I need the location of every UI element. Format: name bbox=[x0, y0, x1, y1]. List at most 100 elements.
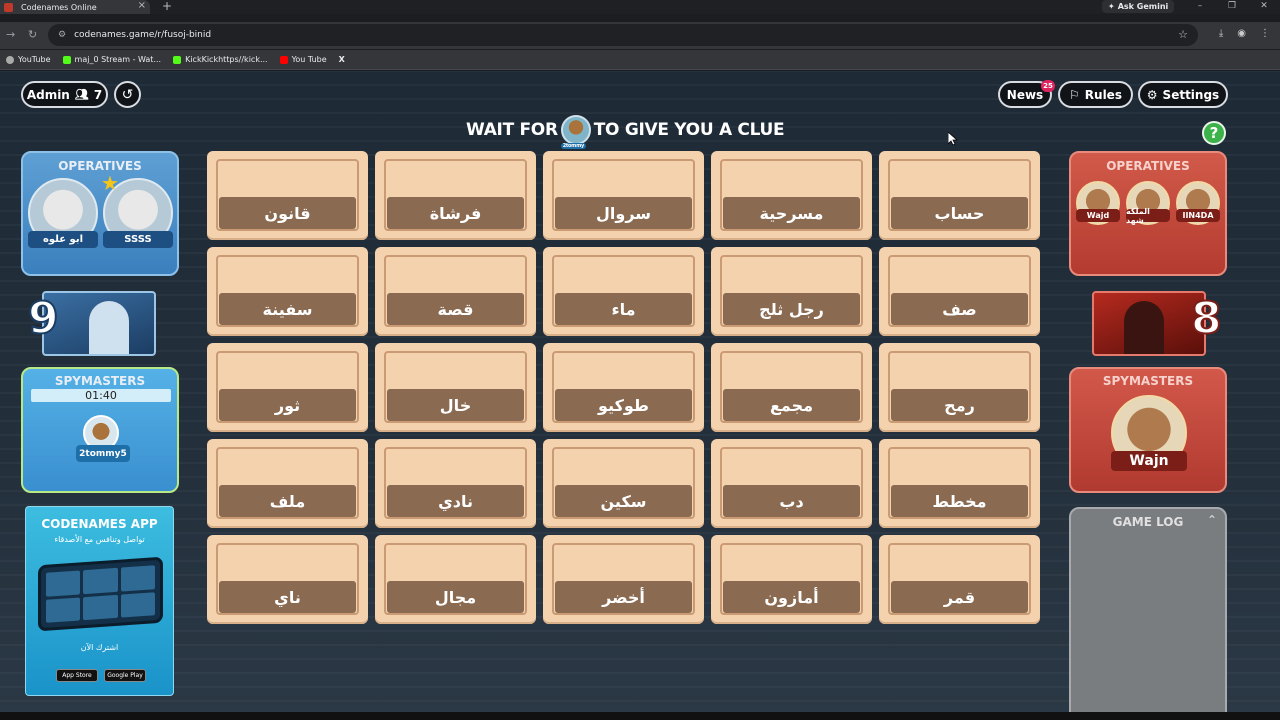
bookmark-youtube-2[interactable]: You Tube bbox=[279, 55, 327, 64]
card-word: ثور bbox=[219, 389, 356, 421]
bookmark-youtube[interactable]: YouTube bbox=[6, 55, 51, 64]
maximize-icon[interactable]: ❐ bbox=[1216, 0, 1248, 13]
word-card[interactable]: قانون bbox=[207, 151, 368, 240]
news-label: News bbox=[1006, 87, 1044, 102]
gemini-icon: ✦ bbox=[1108, 2, 1115, 11]
close-window-icon[interactable]: ✕ bbox=[1248, 0, 1280, 13]
word-card[interactable]: مخطط bbox=[879, 439, 1040, 528]
bookmark-label: You Tube bbox=[291, 55, 327, 64]
google-play-button[interactable]: Google Play bbox=[104, 669, 146, 682]
red-operatives-panel[interactable]: OPERATIVES Wajd الملكه شهد IIN4DA bbox=[1069, 151, 1227, 276]
card-word: حساب bbox=[891, 197, 1028, 229]
word-card[interactable]: طوكيو bbox=[543, 343, 704, 432]
card-word: صف bbox=[891, 293, 1028, 325]
word-card[interactable]: ثور bbox=[207, 343, 368, 432]
browser-tab[interactable]: Codenames Online × bbox=[0, 0, 150, 14]
ask-gemini-button[interactable]: ✦ Ask Gemini bbox=[1102, 0, 1175, 13]
word-card[interactable]: سفينة bbox=[207, 247, 368, 336]
ask-gemini-label: Ask Gemini bbox=[1117, 2, 1169, 11]
taskbar-edge bbox=[0, 712, 1280, 720]
word-card[interactable]: قمر bbox=[879, 535, 1040, 624]
spymaster-avatar: 2tommy bbox=[560, 115, 591, 149]
word-card[interactable]: حساب bbox=[879, 151, 1040, 240]
codenames-app-ad[interactable]: CODENAMES APP تواصل وتنافس مع الأصدقاء ا… bbox=[25, 506, 174, 696]
app-ad-subtitle: تواصل وتنافس مع الأصدقاء bbox=[54, 535, 145, 544]
word-card[interactable]: أخضر bbox=[543, 535, 704, 624]
admin-button[interactable]: Admin 👥︎ 7 bbox=[21, 81, 108, 108]
word-card[interactable]: سكين bbox=[543, 439, 704, 528]
spymaster-name: Wajn bbox=[1111, 451, 1187, 471]
close-tab-icon[interactable]: × bbox=[138, 0, 146, 11]
site-info-icon[interactable]: ⚙ bbox=[58, 30, 66, 40]
question-icon: ? bbox=[1209, 124, 1219, 142]
word-card[interactable]: نادي bbox=[375, 439, 536, 528]
word-board: قانون فرشاة سروال مسرحية حساب سفينة قصة ماء رجل … bbox=[207, 151, 1041, 628]
forward-icon[interactable]: → bbox=[6, 28, 15, 41]
bookmark-label: maj_0 Stream - Wat... bbox=[74, 55, 162, 64]
card-word: دب bbox=[723, 485, 860, 517]
operative-name: ابو علوه bbox=[28, 231, 98, 248]
word-card[interactable]: خال bbox=[375, 343, 536, 432]
minimize-icon[interactable]: – bbox=[1184, 0, 1216, 13]
blue-operatives-panel[interactable]: OPERATIVES ★ ابو علوه SSSS bbox=[21, 151, 179, 276]
bookmark-kick-stream[interactable]: maj_0 Stream - Wat... bbox=[62, 55, 162, 64]
card-word: أمازون bbox=[723, 581, 860, 613]
card-word: طوكيو bbox=[555, 389, 692, 421]
red-score: 8 bbox=[1190, 292, 1223, 345]
word-card[interactable]: صف bbox=[879, 247, 1040, 336]
word-card[interactable]: رجل ثلج bbox=[711, 247, 872, 336]
operative-name: Wajd bbox=[1076, 209, 1120, 222]
app-store-button[interactable]: App Store bbox=[56, 669, 98, 682]
url-text: codenames.game/r/fusoj-binid bbox=[74, 30, 212, 40]
card-word: ملف bbox=[219, 485, 356, 517]
history-icon: ↺ bbox=[121, 86, 134, 103]
codenames-favicon-icon bbox=[4, 2, 13, 12]
rules-button[interactable]: ⚐ Rules bbox=[1058, 81, 1133, 108]
x-icon: X bbox=[338, 55, 345, 64]
omnibox[interactable]: ⚙ codenames.game/r/fusoj-binid ☆ bbox=[48, 24, 1198, 46]
card-word: سكين bbox=[555, 485, 692, 517]
word-card[interactable]: فرشاة bbox=[375, 151, 536, 240]
blue-spymasters-panel[interactable]: SPYMASTERS 01:40 2tommy5 bbox=[21, 367, 179, 493]
card-word: مجال bbox=[387, 581, 524, 613]
reset-history-button[interactable]: ↺ bbox=[114, 81, 141, 108]
globe-icon bbox=[6, 55, 14, 64]
red-spymasters-panel[interactable]: SPYMASTERS Wajn bbox=[1069, 367, 1227, 493]
card-word: قانون bbox=[219, 197, 356, 229]
bookmark-star-icon[interactable]: ☆ bbox=[1178, 28, 1188, 41]
settings-label: Settings bbox=[1162, 87, 1220, 102]
spymaster-avatar-name: 2tommy bbox=[560, 143, 586, 149]
word-card[interactable]: قصة bbox=[375, 247, 536, 336]
profile-icon[interactable]: ◉ bbox=[1237, 28, 1246, 39]
status-headline: WAIT FOR 2tommy TO GIVE YOU A CLUE bbox=[466, 115, 785, 149]
word-card[interactable]: أمازون bbox=[711, 535, 872, 624]
bookmark-label: YouTube bbox=[18, 55, 51, 64]
red-score-card bbox=[1092, 291, 1206, 356]
word-card[interactable]: سروال bbox=[543, 151, 704, 240]
chevron-up-icon[interactable]: ⌃ bbox=[1207, 513, 1217, 527]
word-card[interactable]: مسرحية bbox=[711, 151, 872, 240]
game-log-panel[interactable]: GAME LOG ⌃ bbox=[1069, 507, 1227, 716]
word-card[interactable]: دب bbox=[711, 439, 872, 528]
word-card[interactable]: رمح bbox=[879, 343, 1040, 432]
word-card[interactable]: مجال bbox=[375, 535, 536, 624]
agent-illustration bbox=[89, 301, 129, 354]
window-controls: – ❐ ✕ bbox=[1184, 0, 1280, 13]
settings-button[interactable]: ⚙ Settings bbox=[1138, 81, 1228, 108]
bookmark-x[interactable]: X bbox=[339, 55, 345, 64]
word-card[interactable]: مجمع bbox=[711, 343, 872, 432]
bookmark-kick[interactable]: KickKickhttps//kick... bbox=[173, 55, 268, 64]
menu-icon[interactable]: ⋮ bbox=[1260, 28, 1270, 39]
help-button[interactable]: ? bbox=[1202, 121, 1226, 145]
new-tab-icon[interactable]: + bbox=[162, 0, 172, 13]
download-icon[interactable]: ⤓ bbox=[1219, 28, 1223, 39]
word-card[interactable]: ماء bbox=[543, 247, 704, 336]
card-word: خال bbox=[387, 389, 524, 421]
reload-icon[interactable]: ↻ bbox=[28, 28, 37, 41]
word-card[interactable]: ناي bbox=[207, 535, 368, 624]
card-word: فرشاة bbox=[387, 197, 524, 229]
player-count: 7 bbox=[93, 87, 103, 102]
card-word: مخطط bbox=[891, 485, 1028, 517]
word-card[interactable]: ملف bbox=[207, 439, 368, 528]
toolbar-icons: ⤓ ◉ ⋮ bbox=[1219, 28, 1270, 39]
